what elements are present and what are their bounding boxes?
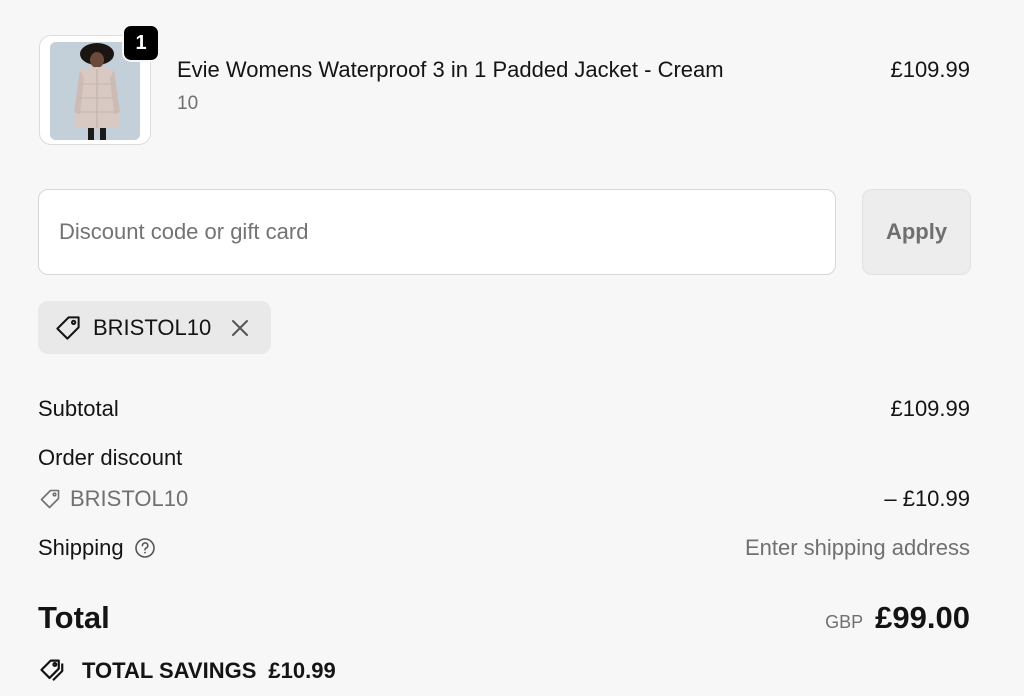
shipping-label: Shipping <box>38 535 124 560</box>
total-amount: £99.00 <box>875 600 970 635</box>
savings-label: TOTAL SAVINGS <box>82 658 257 683</box>
shipping-value: Enter shipping address <box>744 535 970 560</box>
total-currency: GBP <box>825 612 864 632</box>
apply-discount-button[interactable]: Apply <box>862 189 971 275</box>
order-discount-value: – £10.99 <box>884 486 970 511</box>
product-title: Evie Womens Waterproof 3 in 1 Padded Jac… <box>177 57 724 82</box>
tag-icon <box>38 487 62 511</box>
savings-amount: £10.99 <box>268 658 336 683</box>
total-savings: TOTAL SAVINGS £10.99 <box>38 656 336 686</box>
subtotal-value: £109.99 <box>890 396 970 421</box>
product-price: £109.99 <box>890 57 970 82</box>
quantity-badge: 1 <box>122 24 160 62</box>
help-circle-icon[interactable] <box>134 537 156 559</box>
total-label: Total <box>38 600 110 635</box>
checkout-order-summary: 1 Evie Womens Waterproof 3 in 1 Padded J… <box>0 0 1024 696</box>
discount-code-input[interactable] <box>38 189 836 275</box>
order-discount-label: Order discount <box>38 445 183 470</box>
applied-code-label: BRISTOL10 <box>93 314 212 340</box>
order-discount-code-text: BRISTOL10 <box>70 486 189 511</box>
product-variant: 10 <box>177 93 199 114</box>
savings-tags-icon <box>38 656 68 686</box>
applied-discount-chip: BRISTOL10 <box>38 301 271 354</box>
shipping-row-label: Shipping <box>38 535 156 561</box>
order-discount-code: BRISTOL10 <box>38 486 188 512</box>
subtotal-label: Subtotal <box>38 396 119 421</box>
close-icon[interactable] <box>229 317 251 339</box>
tag-icon <box>53 313 83 343</box>
total-value: GBP £99.00 <box>825 600 970 636</box>
